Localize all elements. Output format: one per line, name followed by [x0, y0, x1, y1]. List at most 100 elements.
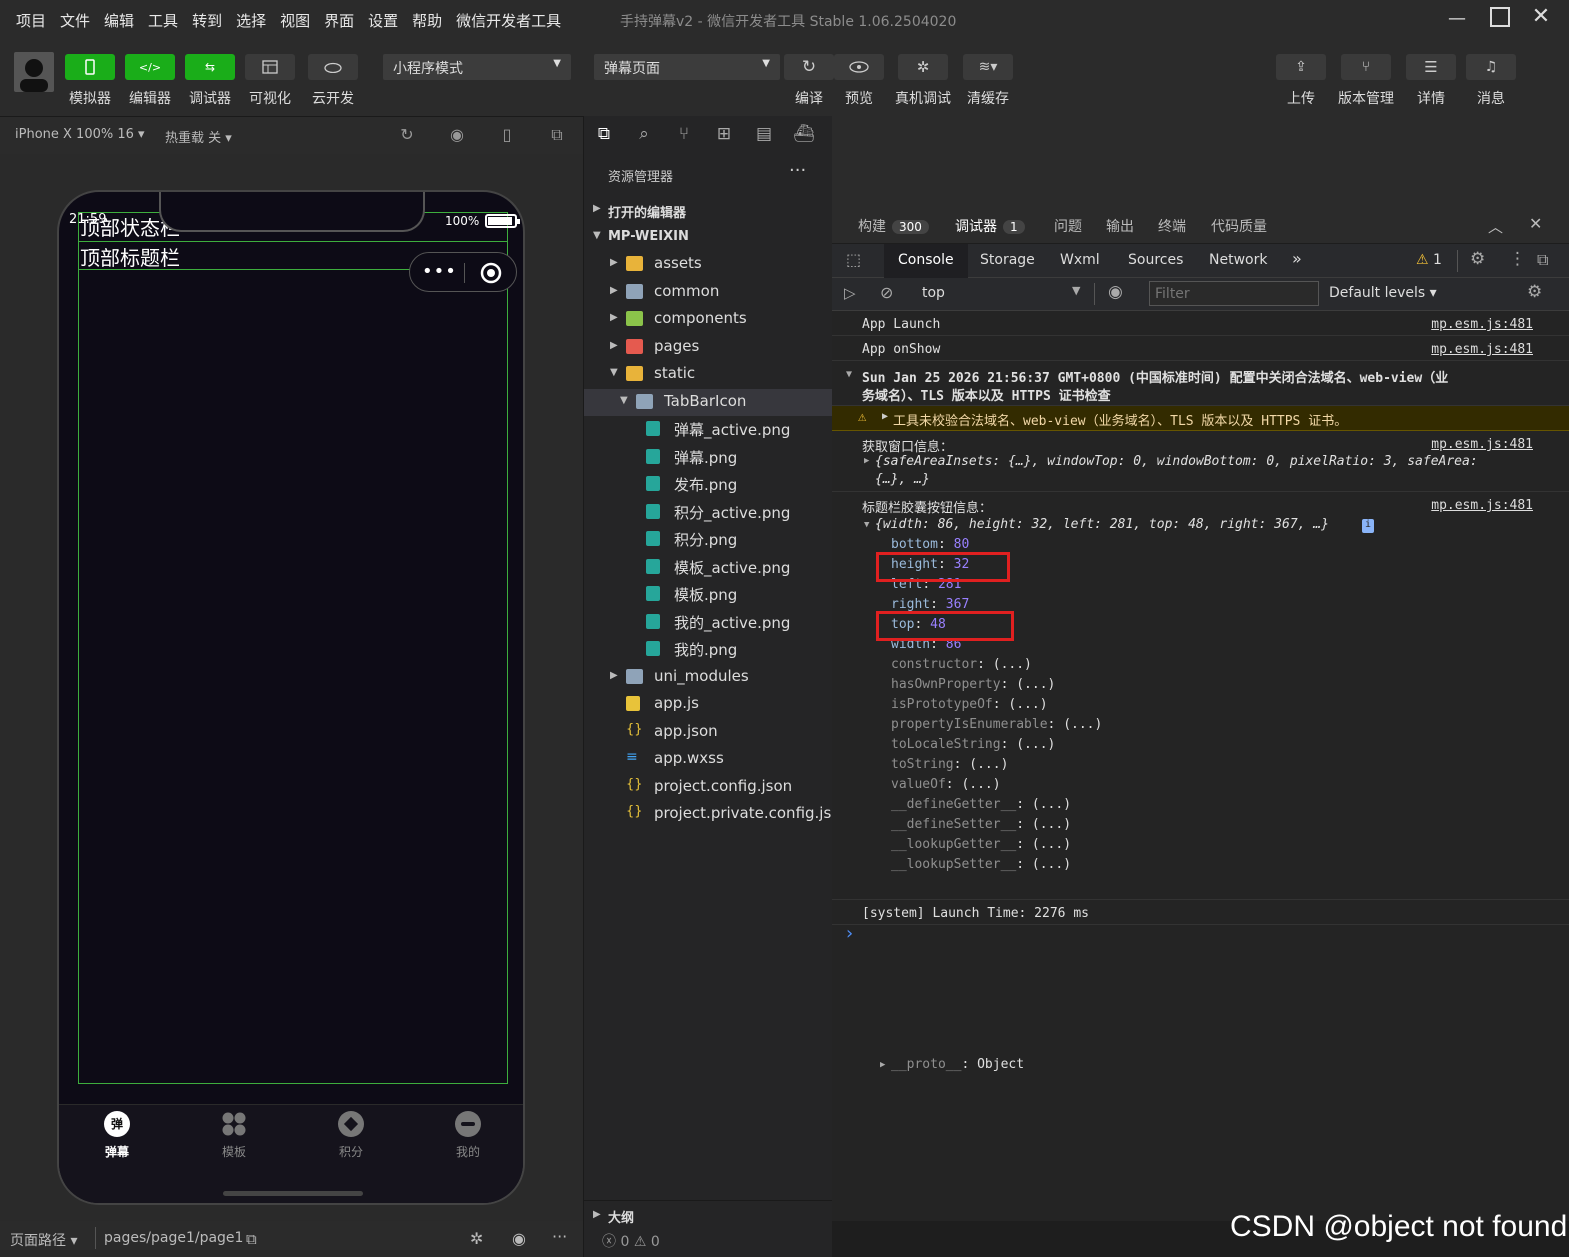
close-icon[interactable]: ✕: [1530, 4, 1552, 29]
upload-button[interactable]: ⇪: [1276, 54, 1326, 80]
cloud-button[interactable]: [308, 54, 358, 80]
tab-mine[interactable]: 我的: [438, 1111, 498, 1160]
tree-item[interactable]: {} app.json: [584, 719, 833, 746]
method-row[interactable]: isPrototypeOf: (...): [891, 697, 1048, 712]
popout-icon[interactable]: ⧉: [547, 125, 567, 145]
tab-terminal[interactable]: 终端: [1158, 216, 1186, 236]
tree-item[interactable]: 我的_active.png: [584, 609, 833, 636]
chevron-down-icon[interactable]: ▼: [864, 520, 869, 530]
tree-item[interactable]: ▶ assets: [584, 251, 833, 278]
open-editors-section[interactable]: ▶ 打开的编辑器: [584, 197, 833, 224]
clear-cache-button[interactable]: ≋▾: [963, 54, 1013, 80]
sidebar-toggle-icon[interactable]: ▷: [844, 284, 856, 302]
problems-count[interactable]: ⓧ 0 ⚠ 0: [602, 1231, 660, 1251]
compile-button[interactable]: ↻: [784, 54, 834, 80]
info-icon[interactable]: i: [1362, 519, 1374, 533]
method-row[interactable]: constructor: (...): [891, 657, 1032, 672]
source-control-icon[interactable]: ⑂: [673, 124, 695, 146]
tab-debugger[interactable]: 调试器 1: [955, 216, 1025, 236]
root-folder[interactable]: ▼ MP-WEIXIN: [584, 224, 833, 251]
simulator-button[interactable]: [65, 54, 115, 80]
more-dots-icon[interactable]: •••: [422, 261, 457, 282]
extensions-icon[interactable]: ⊞: [713, 124, 735, 146]
tree-item[interactable]: ▶ uni_modules: [584, 664, 833, 691]
inspect-icon[interactable]: ⬚: [846, 250, 861, 269]
tree-item[interactable]: 发布.png: [584, 471, 833, 498]
more-tabs-button[interactable]: »: [1292, 249, 1302, 268]
tree-item[interactable]: ▼ static: [584, 361, 833, 388]
source-link[interactable]: mp.esm.js:481: [1431, 437, 1533, 452]
tab-danmaku[interactable]: 弹弹幕: [87, 1111, 147, 1160]
method-row[interactable]: __lookupSetter__: (...): [891, 857, 1071, 872]
tree-item[interactable]: 模板.png: [584, 581, 833, 608]
page-select[interactable]: 弹幕页面 ▼: [594, 54, 780, 80]
docker-icon[interactable]: ⛴: [793, 124, 815, 146]
settings-icon[interactable]: ⚙: [1470, 249, 1485, 269]
menu-item[interactable]: 微信开发者工具: [456, 10, 561, 31]
chevron-right-icon[interactable]: ▶: [864, 456, 869, 466]
tree-item[interactable]: 模板_active.png: [584, 554, 833, 581]
method-row[interactable]: propertyIsEnumerable: (...): [891, 717, 1102, 732]
device-select[interactable]: iPhone X 100% 16 ▾: [15, 127, 145, 142]
dock-icon[interactable]: ⧉: [1537, 250, 1548, 270]
outline-section[interactable]: ▶ 大纲 ⓧ 0 ⚠ 0: [583, 1200, 832, 1257]
menu-item[interactable]: 转到: [192, 10, 222, 31]
log-group-row[interactable]: ▼ Sun Jan 25 2026 21:56:37 GMT+0800 (中国标…: [832, 361, 1569, 406]
version-button[interactable]: ⑂: [1341, 54, 1391, 80]
tab-wxml[interactable]: Wxml: [1060, 252, 1100, 268]
bug-icon[interactable]: ✲: [470, 1229, 483, 1248]
visual-button[interactable]: [245, 54, 295, 80]
page-path-select[interactable]: 页面路径 ▾: [10, 1230, 77, 1250]
storage-icon[interactable]: ▤: [753, 124, 775, 146]
details-button[interactable]: ☰: [1406, 54, 1456, 80]
menu-item[interactable]: 编辑: [104, 10, 134, 31]
method-row[interactable]: valueOf: (...): [891, 777, 1001, 792]
tab-problems[interactable]: 问题: [1054, 216, 1082, 236]
maximize-icon[interactable]: [1490, 7, 1510, 27]
menu-item[interactable]: 项目: [16, 10, 46, 31]
chevron-right-icon[interactable]: ▶: [882, 411, 888, 422]
method-row[interactable]: toString: (...): [891, 757, 1008, 772]
menu-item[interactable]: 帮助: [412, 10, 442, 31]
search-icon[interactable]: ⌕: [633, 124, 655, 146]
kebab-menu-icon[interactable]: ⋮: [1509, 249, 1526, 269]
capsule-close-icon[interactable]: [480, 262, 502, 284]
tab-code-quality[interactable]: 代码质量: [1211, 216, 1267, 236]
tree-item[interactable]: 我的.png: [584, 636, 833, 663]
tree-item[interactable]: {} project.config.json: [584, 774, 833, 801]
tab-build[interactable]: 构建 300: [858, 216, 929, 236]
context-select[interactable]: top: [922, 285, 945, 301]
chevron-right-icon[interactable]: ▶: [880, 1060, 885, 1070]
tab-console[interactable]: Console: [884, 244, 968, 278]
proto-row[interactable]: __proto__: Object: [891, 1057, 1024, 1072]
menu-item[interactable]: 设置: [368, 10, 398, 31]
log-levels-select[interactable]: Default levels ▾: [1329, 285, 1437, 301]
source-link[interactable]: mp.esm.js:481: [1431, 342, 1533, 357]
phone-icon[interactable]: ▯: [497, 125, 517, 145]
chevron-up-icon[interactable]: ︿: [1488, 216, 1503, 237]
tab-template[interactable]: 模板: [204, 1111, 264, 1160]
method-row[interactable]: hasOwnProperty: (...): [891, 677, 1055, 692]
messages-button[interactable]: ♫: [1466, 54, 1516, 80]
tab-output[interactable]: 输出: [1106, 216, 1134, 236]
preview-button[interactable]: [834, 54, 884, 80]
tab-sources[interactable]: Sources: [1128, 252, 1183, 268]
tree-item[interactable]: ▶ common: [584, 279, 833, 306]
caret-down-icon[interactable]: ▼: [1072, 284, 1080, 297]
close-panel-icon[interactable]: ✕: [1529, 214, 1542, 233]
tab-storage[interactable]: Storage: [980, 252, 1035, 268]
method-row[interactable]: __defineSetter__: (...): [891, 817, 1071, 832]
console-prompt[interactable]: ›: [844, 923, 855, 944]
tree-item[interactable]: ▼ TabBarIcon: [584, 388, 833, 416]
files-icon[interactable]: ⧉: [593, 124, 615, 146]
method-row[interactable]: toLocaleString: (...): [891, 737, 1055, 752]
eye-icon[interactable]: ◉: [512, 1229, 526, 1248]
avatar[interactable]: [14, 52, 54, 92]
hotreload-select[interactable]: 热重载 关 ▾: [165, 127, 232, 146]
menu-item[interactable]: 界面: [324, 10, 354, 31]
menu-item[interactable]: 视图: [280, 10, 310, 31]
method-row[interactable]: __defineGetter__: (...): [891, 797, 1071, 812]
tab-network[interactable]: Network: [1209, 252, 1267, 268]
rotate-icon[interactable]: ↻: [397, 125, 417, 145]
tree-item[interactable]: 积分.png: [584, 526, 833, 553]
